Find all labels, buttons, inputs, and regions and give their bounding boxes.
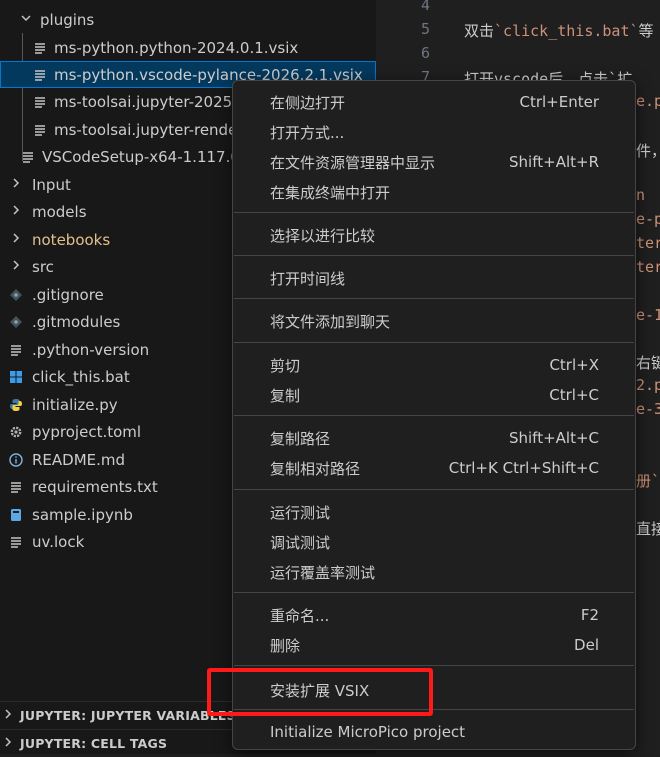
menu-item-copy[interactable]: 复制 Ctrl+C — [233, 380, 635, 410]
file-label: requirements.txt — [32, 477, 158, 496]
folder-label: notebooks — [32, 230, 111, 249]
line-number: 6 — [420, 44, 430, 62]
file-label: .gitmodules — [32, 312, 121, 331]
file-lines-icon — [32, 40, 48, 56]
file-label: .gitignore — [32, 285, 104, 304]
code-fragment: 直接 — [636, 520, 660, 538]
code-line-5: 双击`click_this.bat`等 — [464, 22, 654, 40]
file-lines-icon — [20, 149, 36, 165]
file-label: ms-toolsai.jupyter-2025.9 — [54, 92, 247, 111]
code-fragment: ter — [636, 258, 660, 276]
file-label: uv.lock — [32, 532, 85, 551]
menu-item-cut[interactable]: 剪切 Ctrl+X — [233, 350, 635, 380]
menu-item-open-timeline[interactable]: 打开时间线 — [233, 263, 635, 293]
menu-separator — [234, 255, 634, 256]
menu-separator — [234, 298, 634, 299]
git-diamond-icon — [8, 314, 24, 330]
code-fragment: e-3 — [636, 400, 660, 418]
folder-plugins[interactable]: plugins — [0, 6, 376, 33]
menu-item-run-coverage[interactable]: 运行覆盖率测试 — [233, 557, 635, 587]
code-fragment: e-p — [636, 210, 660, 228]
folder-label: src — [32, 257, 54, 276]
windows-logo-icon — [8, 369, 24, 385]
file-lines-icon — [32, 67, 48, 83]
notebook-icon — [8, 507, 24, 523]
file-lines-icon — [8, 534, 24, 550]
chevron-right-icon — [0, 736, 16, 751]
menu-item-rename[interactable]: 重命名... F2 — [233, 600, 635, 630]
menu-separator — [234, 489, 634, 490]
file-label: pyproject.toml — [32, 422, 142, 441]
menu-item-debug-tests[interactable]: 调试测试 — [233, 527, 635, 557]
file-lines-icon — [32, 122, 48, 138]
code-fragment: ter — [636, 234, 660, 252]
menu-separator — [234, 342, 634, 343]
menu-separator — [234, 212, 634, 213]
code-fragment: 册` — [636, 472, 660, 490]
section-title: JUPYTER: JUPYTER VARIABLES — [20, 708, 236, 723]
file-lines-icon — [32, 94, 48, 110]
chevron-right-icon — [8, 177, 24, 193]
chevron-right-icon — [0, 708, 16, 723]
code-fragment: e.p — [636, 92, 660, 110]
code-fragment: n — [636, 186, 646, 204]
code-fragment: 2.p — [636, 376, 660, 394]
context-menu: 在侧边打开 Ctrl+Enter 打开方式... 在文件资源管理器中显示 Shi… — [232, 80, 636, 750]
chevron-right-icon — [8, 232, 24, 248]
menu-item-open-in-terminal[interactable]: 在集成终端中打开 — [233, 177, 635, 207]
menu-separator — [234, 665, 634, 666]
chevron-down-icon — [18, 12, 34, 28]
menu-separator — [234, 592, 634, 593]
folder-label: Input — [32, 175, 71, 194]
file-lines-icon — [8, 479, 24, 495]
file-label: ms-python.python-2024.0.1.vsix — [54, 38, 299, 57]
file-row-plugin-0[interactable]: ms-python.python-2024.0.1.vsix — [0, 34, 376, 61]
menu-item-initialize-micropico[interactable]: Initialize MicroPico project — [233, 717, 635, 747]
gear-icon — [8, 424, 24, 440]
menu-separator — [234, 415, 634, 416]
file-label: initialize.py — [32, 395, 118, 414]
code-fragment: 件， — [636, 142, 660, 160]
menu-item-add-file-to-chat[interactable]: 将文件添加到聊天 — [233, 306, 635, 336]
file-label: ms-toolsai.jupyter-render — [54, 120, 244, 139]
menu-item-open-to-side[interactable]: 在侧边打开 Ctrl+Enter — [233, 87, 635, 117]
chevron-right-icon — [8, 204, 24, 220]
file-label: click_this.bat — [32, 367, 130, 386]
section-title: JUPYTER: CELL TAGS — [20, 736, 168, 751]
line-number: 4 — [420, 0, 430, 14]
menu-item-run-tests[interactable]: 运行测试 — [233, 497, 635, 527]
line-number: 5 — [420, 20, 430, 38]
menu-item-copy-relative-path[interactable]: 复制相对路径 Ctrl+K Ctrl+Shift+C — [233, 453, 635, 483]
file-label: README.md — [32, 450, 126, 469]
code-fragment: e-1 — [636, 306, 660, 324]
menu-item-select-for-compare[interactable]: 选择以进行比较 — [233, 220, 635, 250]
menu-item-reveal-in-explorer[interactable]: 在文件资源管理器中显示 Shift+Alt+R — [233, 147, 635, 177]
file-label: VSCodeSetup-x64-1.117.0. — [42, 147, 245, 166]
file-lines-icon — [8, 342, 24, 358]
chevron-right-icon — [8, 259, 24, 275]
code-fragment: 右键 — [636, 354, 660, 372]
info-icon — [8, 452, 24, 468]
file-label: .python-version — [32, 340, 150, 359]
python-icon — [8, 397, 24, 413]
folder-label: models — [32, 202, 87, 221]
folder-label: plugins — [40, 10, 95, 29]
highlight-annotation-box — [207, 668, 433, 716]
menu-item-copy-path[interactable]: 复制路径 Shift+Alt+C — [233, 423, 635, 453]
menu-item-open-with[interactable]: 打开方式... — [233, 117, 635, 147]
file-label: sample.ipynb — [32, 505, 133, 524]
git-diamond-icon — [8, 287, 24, 303]
menu-item-delete[interactable]: 删除 Del — [233, 630, 635, 660]
